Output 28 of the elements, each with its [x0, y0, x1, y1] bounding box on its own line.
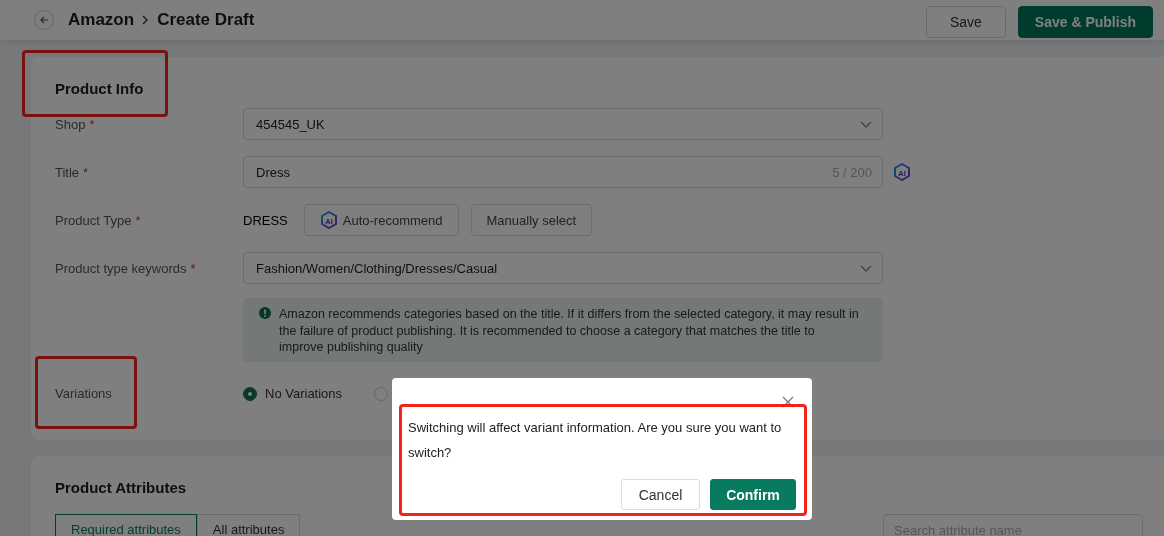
radio-label: No Variations	[265, 386, 343, 401]
field-label: Title *	[55, 164, 89, 180]
save-publish-button[interactable]: Save & Publish	[1017, 6, 1153, 38]
manual-select-button[interactable]: Manually select	[470, 204, 593, 236]
field-label: Product type keywords *	[55, 260, 196, 276]
dialog-message: Switching will affect variant information. Are you sure you want to switch?	[408, 419, 783, 462]
page-title: Create Draft	[157, 10, 255, 30]
exclamation-icon	[259, 307, 271, 319]
cancel-button[interactable]: Cancel	[621, 479, 700, 510]
field-label: Shop *	[55, 116, 95, 132]
section-title: Product Attributes	[55, 479, 188, 496]
tab[interactable]: Required attributes	[55, 514, 197, 536]
radio-button[interactable]	[243, 386, 257, 401]
field-label: Variations	[55, 386, 112, 401]
save-button[interactable]: Save	[925, 6, 1006, 38]
notice-text: Amazon recommends categories based on the title. If it differs from the selected category, it may result in the failure of product publishing. It is recommended to choose a category that matches the title to improve publishing quality	[279, 307, 859, 354]
breadcrumb-link[interactable]: Amazon	[68, 10, 135, 30]
product-type-value: DRESS	[243, 212, 288, 228]
chevron-down-icon	[860, 264, 872, 272]
field-label: Product Type *	[55, 212, 141, 228]
section-title: Product Info	[55, 80, 144, 97]
tab[interactable]: All attributes	[196, 514, 301, 536]
select-field[interactable]: 454545_UK	[243, 108, 883, 140]
select-field[interactable]: Fashion/Women/Clothing/Dresses/Casual	[243, 252, 883, 284]
chevron-down-icon	[860, 120, 872, 128]
confirm-button[interactable]: Confirm	[710, 479, 796, 510]
chevron-right-icon	[142, 15, 150, 25]
arrow-left-icon	[38, 15, 50, 25]
